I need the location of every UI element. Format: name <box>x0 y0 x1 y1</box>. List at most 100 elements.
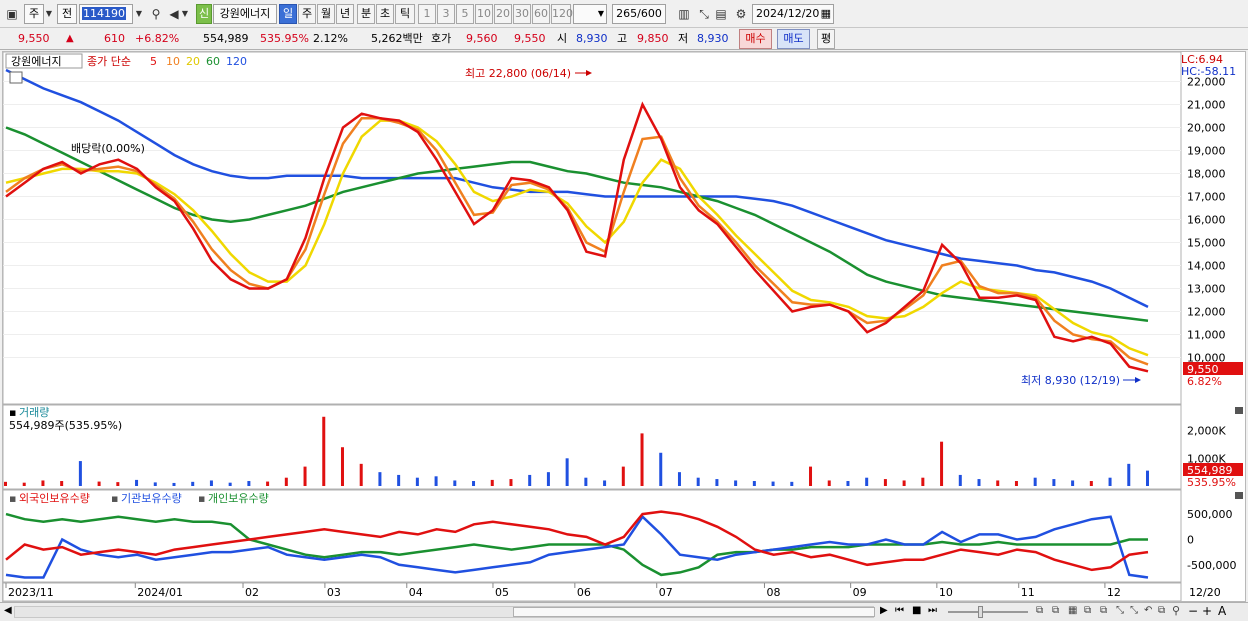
volume-bar <box>883 479 887 486</box>
scroll-thumb[interactable] <box>513 607 875 617</box>
volume-bar <box>921 477 925 486</box>
scroll-right-icon[interactable]: ▶ <box>880 605 888 616</box>
search-icon[interactable]: ⚲ <box>148 6 164 22</box>
volume-bar <box>247 481 251 486</box>
undo-icon[interactable]: ↶ <box>1144 605 1152 616</box>
volume-panel-close-icon[interactable] <box>1235 407 1243 414</box>
last-page-icon[interactable]: ⏭ <box>928 605 937 616</box>
holding-tick-label: 0 <box>1187 533 1194 546</box>
minute-unit-button[interactable]: 20 <box>494 4 512 24</box>
layout-icon[interactable]: ⧉ <box>1052 605 1059 616</box>
date-tick-label: 10 <box>939 586 953 599</box>
minute-unit-button[interactable]: 3 <box>437 4 455 24</box>
chart-area[interactable]: 10,000 11,000 12,000 13,000 14,000 15,000 16,0… <box>2 51 1246 602</box>
holding-marker: ▪ <box>111 492 118 505</box>
zoom-slider[interactable] <box>948 606 1028 618</box>
scroll-left-icon[interactable]: ◀ <box>4 605 12 616</box>
holding-tick-label: -500,000 <box>1187 559 1236 572</box>
zoom-in-icon[interactable]: + <box>1202 604 1212 618</box>
volume-bar <box>940 441 944 486</box>
chart-svg[interactable]: 10,00011,00012,00013,00014,00015,00016,0… <box>2 51 1245 602</box>
buy-button[interactable]: 매수 <box>739 29 772 49</box>
volume-bar <box>490 479 494 486</box>
font-size-icon[interactable]: A <box>1218 604 1226 618</box>
bid-price: 9,550 <box>514 32 546 45</box>
market-selector[interactable]: 주 <box>24 4 44 24</box>
stop-icon[interactable]: ■ <box>912 605 921 616</box>
first-page-icon[interactable]: ⏮ <box>895 605 904 616</box>
tab-period-month[interactable]: 월 <box>317 4 335 24</box>
volume-bar <box>846 481 850 486</box>
tab-period-second[interactable]: 초 <box>376 4 394 24</box>
window-icon[interactable]: ▣ <box>4 6 20 22</box>
evaluate-button[interactable]: 평 <box>817 29 835 49</box>
price-tick-label: 13,000 <box>1187 283 1226 296</box>
minute-unit-button[interactable]: 1 <box>418 4 436 24</box>
tab-period-minute[interactable]: 분 <box>357 4 375 24</box>
zoom-out-icon[interactable]: − <box>1188 604 1198 618</box>
minute-unit-button[interactable]: 120 <box>551 4 573 24</box>
buy-label: 매수 <box>745 32 766 45</box>
price-tick-label: 12,000 <box>1187 306 1226 319</box>
price-tick-label: 19,000 <box>1187 145 1226 158</box>
bottom-scrollbar[interactable]: ◀ ▶ ⏮ ■ ⏭ ⧉ ⧉ ▦ ⧉ ⧉ ⤡ ⤡ ↶ ⧉ ⚲ − + A <box>0 602 1248 621</box>
chevron-down-icon[interactable]: ▼ <box>133 6 145 22</box>
line-tool-icon[interactable]: ⤡ <box>696 6 712 22</box>
tab-period-year[interactable]: 년 <box>336 4 354 24</box>
layout-icon[interactable]: ⧉ <box>1084 605 1091 616</box>
price-tick-label: 14,000 <box>1187 260 1226 273</box>
volume-bar <box>434 476 438 486</box>
tab-period-tick[interactable]: 틱 <box>395 4 415 24</box>
high-price: 9,850 <box>637 32 669 45</box>
chevron-down-icon[interactable]: ▼ <box>44 6 54 22</box>
volume-axis: 1,000K2,000K <box>1187 425 1226 466</box>
draw-icon[interactable]: ⤡ <box>1130 605 1138 616</box>
stock-name-field[interactable]: 강원에너지 <box>213 4 277 24</box>
trade-amount: 5,262백만 <box>371 32 423 45</box>
copy-icon[interactable]: ⧉ <box>1158 605 1165 616</box>
code-input[interactable]: 114190 <box>79 4 133 24</box>
date-tick-label: 05 <box>495 586 509 599</box>
search-icon[interactable]: ⚲ <box>1172 604 1180 617</box>
tab-period-day[interactable]: 일 <box>279 4 297 24</box>
volume-ratio: 535.95% <box>260 32 309 45</box>
grid-icon[interactable]: ▦ <box>1068 605 1077 616</box>
volume-bar <box>60 481 64 486</box>
date-field[interactable]: 2024/12/20 ▦ <box>752 4 834 24</box>
volume-bar <box>790 481 794 486</box>
volume-bar <box>996 480 1000 486</box>
chevron-down-icon[interactable]: ▼ <box>180 6 190 22</box>
tab-period-week[interactable]: 주 <box>298 4 316 24</box>
count-field[interactable]: 265/600 <box>612 4 666 24</box>
scroll-track[interactable] <box>14 606 875 618</box>
stock-name: 강원에너지 <box>219 7 271 20</box>
volume-bar <box>397 474 401 486</box>
date-tick-label: 03 <box>327 586 341 599</box>
minute-unit-button[interactable]: 30 <box>513 4 531 24</box>
sell-label: 매도 <box>783 32 804 45</box>
tab-label: 년 <box>339 7 351 20</box>
minute-unit-label: 3 <box>442 7 450 20</box>
calendar-icon[interactable]: ▦ <box>821 5 831 23</box>
holding-panel-close-icon[interactable] <box>1235 492 1243 499</box>
price-tick-label: 15,000 <box>1187 237 1226 250</box>
minute-unit-button[interactable]: 5 <box>456 4 474 24</box>
candle-type-icon[interactable]: ▥ <box>676 6 692 22</box>
date-tick-label: 09 <box>853 586 867 599</box>
volume-bar <box>696 477 700 486</box>
prev-label: 전 <box>61 7 73 20</box>
sell-button[interactable]: 매도 <box>777 29 810 49</box>
table-icon[interactable] <box>9 71 23 84</box>
save-icon[interactable]: ▤ <box>713 6 729 22</box>
prev-button[interactable]: 전 <box>57 4 77 24</box>
minute-unit-button[interactable]: 60 <box>532 4 550 24</box>
minute-unit-button[interactable]: 10 <box>475 4 493 24</box>
unit-dropdown[interactable]: ▼ <box>573 4 607 24</box>
layout-icon[interactable]: ⧉ <box>1100 605 1107 616</box>
volume-bar <box>22 482 26 486</box>
layout-icon[interactable]: ⧉ <box>1036 605 1043 616</box>
volume-bar <box>191 481 195 486</box>
draw-icon[interactable]: ⤡ <box>1116 605 1124 616</box>
zoom-slider-handle[interactable] <box>978 606 983 618</box>
gear-icon[interactable]: ⚙ <box>733 6 749 22</box>
